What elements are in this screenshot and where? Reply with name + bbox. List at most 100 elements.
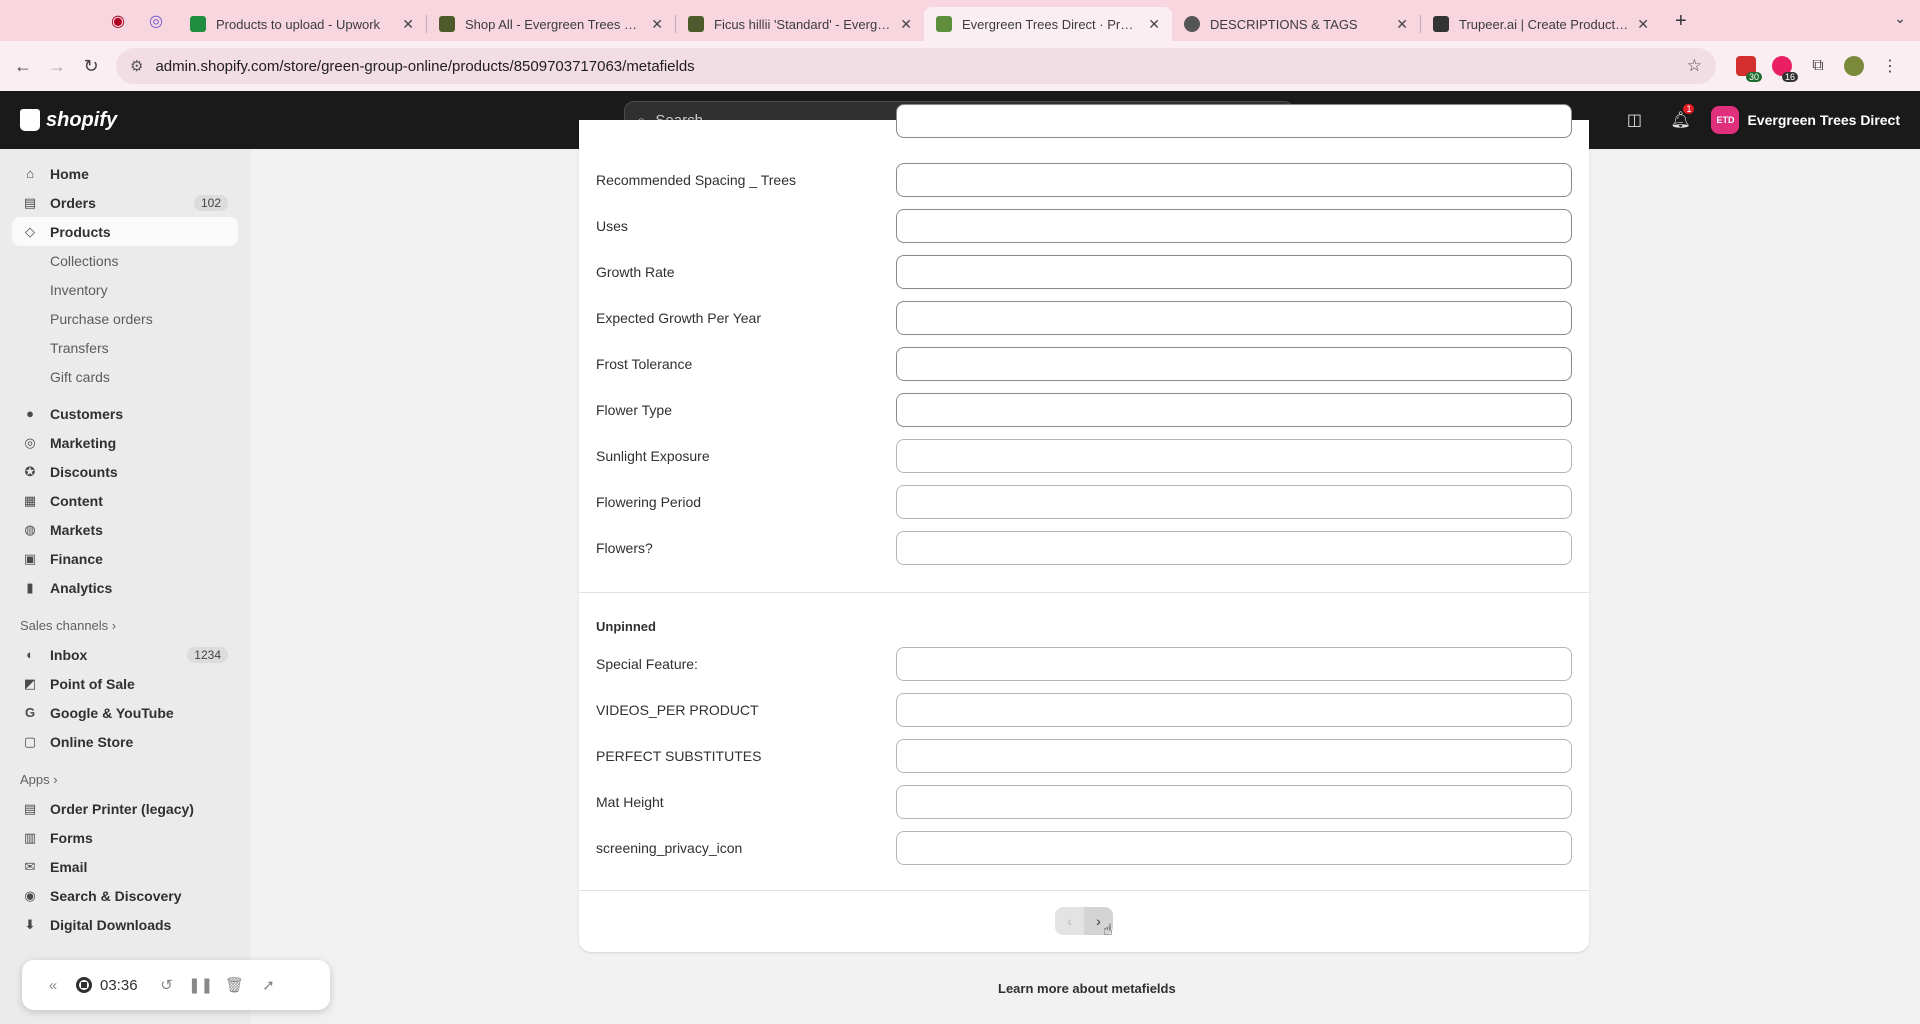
bookmark-star-icon[interactable]: ☆ bbox=[1687, 56, 1702, 76]
sidebar-section-apps[interactable]: Apps › bbox=[12, 764, 238, 794]
profile-avatar[interactable] bbox=[1836, 56, 1872, 76]
metafield-row: Flower Type bbox=[596, 392, 1576, 428]
sidebar-section-sales-channels[interactable]: Sales channels › bbox=[12, 610, 238, 640]
metafield-row: Uses bbox=[596, 208, 1576, 244]
browser-tab[interactable]: Shop All - Evergreen Trees Direct ✕ bbox=[427, 7, 675, 41]
sidebar-item-email[interactable]: ✉ Email bbox=[12, 852, 238, 881]
metafield-input[interactable] bbox=[896, 209, 1572, 243]
sidebar-item-google-youtube[interactable]: G Google & YouTube bbox=[12, 698, 238, 727]
metafield-input[interactable] bbox=[896, 693, 1572, 727]
url-omnibox[interactable]: ⚙ admin.shopify.com/store/green-group-on… bbox=[116, 48, 1716, 84]
sidebar-item-digital-downloads[interactable]: ⬇ Digital Downloads bbox=[12, 910, 238, 939]
close-tab-icon[interactable]: ✕ bbox=[1148, 16, 1160, 33]
restart-icon[interactable]: ↺ bbox=[150, 976, 184, 994]
extension-icon[interactable]: 16 bbox=[1764, 56, 1800, 82]
metafield-row: PERFECT SUBSTITUTES bbox=[596, 738, 1576, 774]
close-tab-icon[interactable]: ✕ bbox=[651, 16, 663, 33]
sidebar-item-markets[interactable]: ◍ Markets bbox=[12, 515, 238, 544]
sidebar-item-order-printer[interactable]: ▤ Order Printer (legacy) bbox=[12, 794, 238, 823]
sidebar-item-customers[interactable]: ● Customers bbox=[12, 399, 238, 428]
sidebar-item-inbox[interactable]: ◐ Inbox 1234 bbox=[12, 640, 238, 669]
url-text[interactable]: admin.shopify.com/store/green-group-onli… bbox=[155, 58, 1686, 75]
browser-tab[interactable]: Products to upload - Upwork ✕ bbox=[178, 7, 426, 41]
metafield-label: Flowers? bbox=[596, 540, 653, 556]
search-discovery-icon: ◉ bbox=[24, 887, 36, 903]
metafield-input[interactable] bbox=[896, 393, 1572, 427]
browser-tab[interactable]: Trupeer.ai | Create Product Videos ✕ bbox=[1421, 7, 1661, 41]
sidebar-item-forms[interactable]: ▥ Forms bbox=[12, 823, 238, 852]
sidebar-item-online-store[interactable]: ▢ Online Store bbox=[12, 727, 238, 756]
metafield-input[interactable] bbox=[896, 485, 1572, 519]
sidebar-item-point-of-sale[interactable]: ◩ Point of Sale bbox=[12, 669, 238, 698]
metafield-input[interactable] bbox=[896, 831, 1572, 865]
shopify-favicon-icon bbox=[936, 16, 952, 32]
sidebar-item-finance[interactable]: ▣ Finance bbox=[12, 544, 238, 573]
metafield-label: Uses bbox=[596, 218, 628, 234]
extension-tab-icon[interactable]: ◎ bbox=[142, 7, 170, 35]
back-arrow-icon[interactable]: ← bbox=[6, 56, 40, 77]
sidebar-item-analytics[interactable]: ▮ Analytics bbox=[12, 573, 238, 602]
new-tab-icon[interactable]: + bbox=[1675, 10, 1687, 33]
reload-icon[interactable]: ↻ bbox=[74, 56, 108, 77]
metafield-input[interactable] bbox=[896, 163, 1572, 197]
metafield-input[interactable] bbox=[896, 301, 1572, 335]
metafield-row: Frost Tolerance bbox=[596, 346, 1576, 382]
collapse-icon[interactable]: « bbox=[36, 977, 70, 994]
store-name[interactable]: Evergreen Trees Direct bbox=[1747, 112, 1900, 128]
metafield-label: Mat Height bbox=[596, 794, 664, 810]
sidebar-item-discounts[interactable]: ✪ Discounts bbox=[12, 457, 238, 486]
browser-tab-active[interactable]: Evergreen Trees Direct · Products ✕ bbox=[924, 7, 1172, 41]
store-avatar[interactable]: ETD bbox=[1711, 106, 1740, 134]
metafield-label: Sunlight Exposure bbox=[596, 448, 710, 464]
sidebar-subitem-gift-cards[interactable]: Gift cards bbox=[12, 362, 238, 391]
close-tab-icon[interactable]: ✕ bbox=[1637, 16, 1649, 33]
sidebar-item-home[interactable]: ⌂ Home bbox=[12, 159, 238, 188]
sidebar-subitem-collections[interactable]: Collections bbox=[12, 246, 238, 275]
content-icon: ▦ bbox=[23, 492, 37, 508]
shopify-logo[interactable]: shopify bbox=[20, 109, 117, 132]
metafield-label: Flowering Period bbox=[596, 494, 702, 510]
sidekick-icon[interactable]: ◫ bbox=[1619, 105, 1649, 135]
sidebar-item-content[interactable]: ▦ Content bbox=[12, 486, 238, 515]
stop-recording-icon[interactable] bbox=[76, 977, 92, 993]
sidebar-subitem-transfers[interactable]: Transfers bbox=[12, 333, 238, 362]
record-icon[interactable]: ◉ bbox=[104, 7, 132, 35]
sidebar-item-marketing[interactable]: ◎ Marketing bbox=[12, 428, 238, 457]
cursor-icon[interactable]: ➚ bbox=[252, 976, 286, 994]
site-favicon-icon bbox=[439, 16, 455, 32]
sidebar-item-search-discovery[interactable]: ◉ Search & Discovery bbox=[12, 881, 238, 910]
sidebar-subitem-inventory[interactable]: Inventory bbox=[12, 275, 238, 304]
extension-icon[interactable]: 30 bbox=[1728, 56, 1764, 82]
sidebar-item-orders[interactable]: ▤ Orders 102 bbox=[12, 188, 238, 217]
site-settings-icon[interactable]: ⚙ bbox=[130, 57, 143, 75]
extensions-puzzle-icon[interactable]: ⧉ bbox=[1800, 57, 1836, 75]
metafields-card: Recommended Spacing _ Trees Uses Growth … bbox=[579, 104, 1589, 952]
metafield-label: VIDEOS_PER PRODUCT bbox=[596, 702, 759, 718]
trash-icon[interactable]: 🗑︎ bbox=[218, 976, 252, 994]
sidebar-item-products[interactable]: ◇ Products bbox=[12, 217, 238, 246]
learn-more-link[interactable]: Learn more about metafields bbox=[998, 981, 1176, 996]
previous-page-button[interactable]: ‹ bbox=[1055, 907, 1084, 935]
browser-menu-icon[interactable]: ⋮ bbox=[1872, 56, 1908, 76]
metafield-input[interactable] bbox=[896, 255, 1572, 289]
chevron-right-icon: › bbox=[1096, 913, 1101, 929]
browser-tab[interactable]: Ficus hillii 'Standard' - Evergreen ✕ bbox=[676, 7, 924, 41]
close-tab-icon[interactable]: ✕ bbox=[402, 16, 414, 33]
metafield-input[interactable] bbox=[896, 104, 1572, 138]
close-tab-icon[interactable]: ✕ bbox=[900, 16, 912, 33]
tab-search-chevron-icon[interactable]: ⌄ bbox=[1894, 10, 1906, 27]
metafield-input[interactable] bbox=[896, 785, 1572, 819]
metafield-input[interactable] bbox=[896, 347, 1572, 381]
forward-arrow-icon[interactable]: → bbox=[40, 56, 74, 77]
metafield-label: Flower Type bbox=[596, 402, 672, 418]
pause-icon[interactable]: ❚❚ bbox=[184, 976, 218, 994]
metafield-input[interactable] bbox=[896, 739, 1572, 773]
metafield-input[interactable] bbox=[896, 647, 1572, 681]
discount-icon: ✪ bbox=[24, 463, 36, 479]
metafield-input[interactable] bbox=[896, 439, 1572, 473]
bell-icon[interactable]: 🔔︎ 1 bbox=[1665, 104, 1695, 135]
close-tab-icon[interactable]: ✕ bbox=[1396, 16, 1408, 33]
metafield-input[interactable] bbox=[896, 531, 1572, 565]
sidebar-subitem-purchase-orders[interactable]: Purchase orders bbox=[12, 304, 238, 333]
browser-tab[interactable]: DESCRIPTIONS & TAGS ✕ bbox=[1172, 7, 1420, 41]
